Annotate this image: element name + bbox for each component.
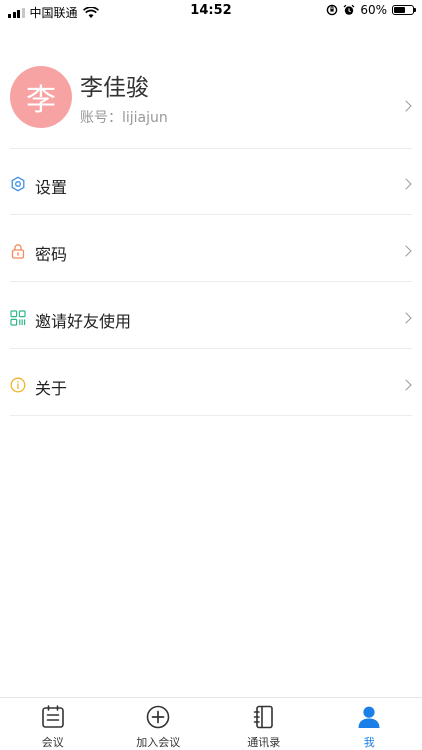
battery-icon — [392, 5, 416, 15]
qrcode-icon — [10, 310, 26, 326]
tab-label: 通讯录 — [247, 736, 281, 749]
profile-card[interactable]: 李 李佳骏 账号：lijiajun — [10, 64, 412, 149]
tab-label: 加入会议 — [136, 736, 181, 749]
status-right: 60% — [326, 3, 416, 17]
avatar: 李 — [10, 66, 72, 128]
menu-item-invite[interactable]: 邀请好友使用 — [10, 282, 412, 349]
battery-fill — [394, 7, 405, 13]
contacts-book-icon — [253, 705, 273, 729]
menu-item-password[interactable]: 密码 — [10, 215, 412, 282]
menu-item-label: 关于 — [35, 379, 68, 398]
tab-label: 我 — [363, 736, 375, 749]
plus-circle-icon — [146, 705, 170, 729]
menu-item-label: 邀请好友使用 — [35, 312, 132, 331]
tab-label: 会议 — [41, 736, 64, 749]
battery-percent: 60% — [360, 3, 387, 17]
chevron-right-icon — [400, 312, 412, 324]
tab-contacts[interactable]: 通讯录 — [211, 698, 317, 750]
tab-join-meeting[interactable]: 加入会议 — [106, 698, 212, 750]
settings-menu: 设置 密码 邀请好友使用 关于 — [10, 148, 412, 416]
gear-hexagon-icon — [11, 176, 25, 192]
menu-item-label: 密码 — [35, 245, 68, 264]
lock-icon — [11, 244, 25, 259]
info-icon — [10, 377, 26, 393]
chevron-right-icon — [400, 379, 412, 391]
chevron-right-icon — [400, 178, 412, 190]
tab-meetings[interactable]: 会议 — [0, 698, 106, 750]
chevron-right-icon — [400, 245, 412, 257]
chevron-right-icon — [400, 100, 412, 112]
menu-item-about[interactable]: 关于 — [10, 349, 412, 416]
profile-name: 李佳骏 — [80, 75, 149, 101]
menu-item-settings[interactable]: 设置 — [10, 148, 412, 215]
menu-item-label: 设置 — [35, 178, 68, 197]
person-icon — [358, 706, 380, 728]
profile-account: 账号：lijiajun — [80, 110, 168, 126]
tab-me[interactable]: 我 — [317, 698, 422, 750]
orientation-lock-icon — [327, 4, 338, 16]
status-bar: 中国联通 14:52 60% — [0, 0, 422, 22]
calendar-icon — [41, 705, 64, 728]
tab-bar: 会议 加入会议 通讯录 我 — [0, 697, 422, 750]
alarm-icon — [343, 4, 355, 15]
